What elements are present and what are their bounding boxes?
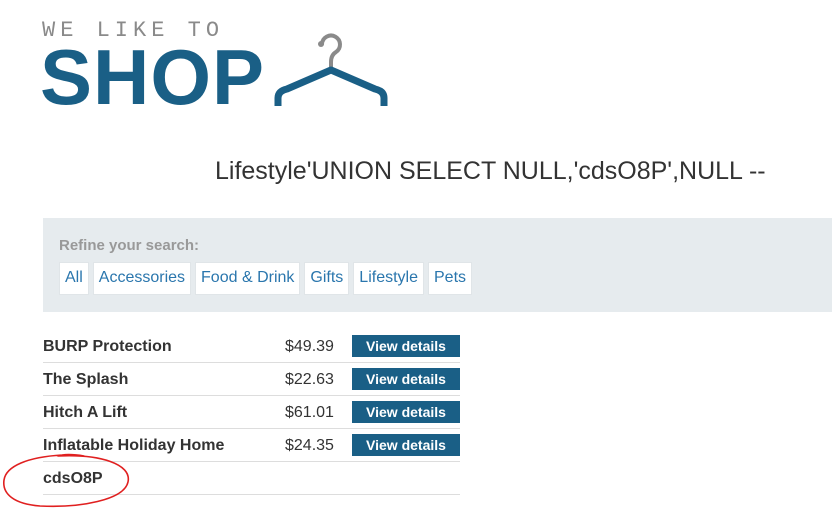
view-details-button[interactable]: View details	[352, 368, 460, 390]
view-details-button[interactable]: View details	[352, 335, 460, 357]
page: WE LIKE TO SHOP Lifestyle'UNION SELECT N…	[0, 0, 832, 514]
table-row: BURP Protection $49.39 View details	[43, 330, 460, 363]
site-logo[interactable]: WE LIKE TO SHOP	[40, 14, 402, 121]
hanger-icon	[274, 33, 388, 106]
table-row: Hitch A Lift $61.01 View details	[43, 396, 460, 429]
product-price: $24.35	[285, 437, 334, 454]
annotation-circle	[3, 453, 129, 508]
filter-title: Refine your search:	[59, 237, 200, 254]
filter-link-all[interactable]: All	[59, 262, 89, 295]
product-price: $61.01	[285, 404, 334, 421]
filter-list: All Accessories Food & Drink Gifts Lifes…	[59, 262, 473, 295]
filter-panel: Refine your search: All Accessories Food…	[43, 218, 832, 312]
filter-link-lifestyle[interactable]: Lifestyle	[353, 262, 424, 295]
product-name: Hitch A Lift	[43, 404, 128, 421]
product-price: $49.39	[285, 338, 334, 355]
filter-link-food-drink[interactable]: Food & Drink	[195, 262, 301, 295]
product-name: The Splash	[43, 371, 129, 388]
product-price: $22.63	[285, 371, 334, 388]
table-row: The Splash $22.63 View details	[43, 363, 460, 396]
logo-name: SHOP	[40, 33, 266, 121]
filter-link-accessories[interactable]: Accessories	[92, 262, 192, 295]
view-details-button[interactable]: View details	[352, 434, 460, 456]
filter-link-gifts[interactable]: Gifts	[304, 262, 350, 295]
view-details-button[interactable]: View details	[352, 401, 460, 423]
filter-link-pets[interactable]: Pets	[428, 262, 473, 295]
product-name: BURP Protection	[43, 338, 172, 355]
page-title: Lifestyle'UNION SELECT NULL,'cdsO8P',NUL…	[215, 157, 766, 185]
